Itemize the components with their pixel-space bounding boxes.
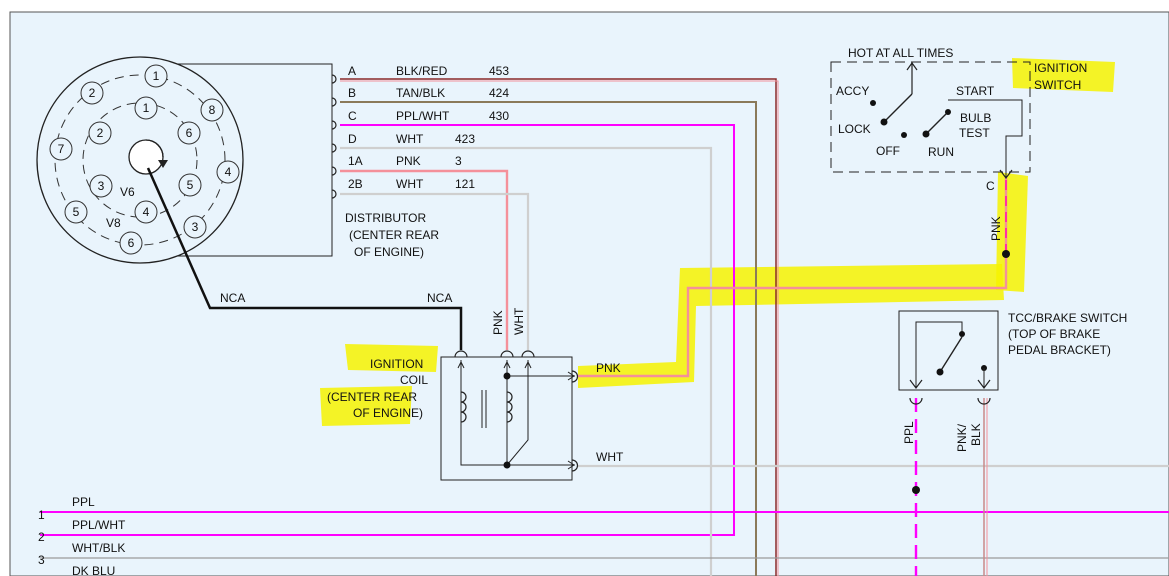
svg-text:6: 6 <box>128 236 135 250</box>
wire-color-c: PPL/WHT <box>396 109 450 123</box>
wire-color-a: BLK/RED <box>396 64 448 78</box>
wire-color-2b: WHT <box>396 177 424 191</box>
svg-text:7: 7 <box>58 142 65 156</box>
wire-color-d: WHT <box>396 132 424 146</box>
svg-text:3: 3 <box>98 179 105 193</box>
svg-text:5: 5 <box>187 178 194 192</box>
hot-at-all-times-label: HOT AT ALL TIMES <box>848 46 953 60</box>
circuit-c: 430 <box>489 109 509 123</box>
tcc-title-line2: (TOP OF BRAKE <box>1008 327 1100 341</box>
pin-c: C <box>348 109 357 123</box>
coil-title-line3: (CENTER REAR <box>327 390 417 404</box>
bus-row-3-label: WHT/BLK <box>72 541 125 555</box>
pin-2b: 2B <box>348 177 363 191</box>
ignition-switch-title-line2: SWITCH <box>1034 78 1081 92</box>
pin-d: D <box>348 132 357 146</box>
svg-text:1: 1 <box>153 69 160 83</box>
pin-b: B <box>348 86 356 100</box>
pin-1a: 1A <box>348 154 363 168</box>
circuit-1a: 3 <box>455 154 462 168</box>
switch-terminal-c: C <box>986 179 995 193</box>
wiring-diagram: 1 8 4 3 6 5 7 2 1 6 5 4 3 2 V6 V8 DISTRI… <box>0 0 1169 576</box>
bus-row-1-num: 1 <box>38 508 45 522</box>
splice-dot-ppl <box>912 486 920 494</box>
switch-pos-bulb: BULB <box>960 111 991 125</box>
v6-label: V6 <box>120 185 135 199</box>
bus-row-2-num: 2 <box>38 530 45 544</box>
bus-row-4-label: DK BLU <box>72 564 115 576</box>
circuit-b: 424 <box>489 86 509 100</box>
coil-title-line4: OF ENGINE) <box>353 406 423 420</box>
bus-row-3-num: 3 <box>38 553 45 567</box>
bus-row-1-label: PPL <box>72 495 95 509</box>
ignition-coil <box>440 350 579 481</box>
distributor-title-line1: DISTRIBUTOR <box>345 211 426 225</box>
pnk-blk-label-line2: BLK <box>969 423 983 446</box>
coil-wht-out-label: WHT <box>596 450 624 464</box>
switch-pos-run: RUN <box>928 145 954 159</box>
tcc-title-line1: TCC/BRAKE SWITCH <box>1008 311 1127 325</box>
pnk-vertical-label: PNK <box>491 310 505 335</box>
bus-row-2-label: PPL/WHT <box>72 518 126 532</box>
v8-label: V8 <box>106 216 121 230</box>
switch-pos-start: START <box>956 84 995 98</box>
svg-text:5: 5 <box>73 205 80 219</box>
wht-vertical-label: WHT <box>512 307 526 335</box>
coil-title-line1: IGNITION <box>370 357 423 371</box>
switch-pnk-label: PNK <box>989 216 1003 241</box>
switch-pos-accy: ACCY <box>836 84 869 98</box>
svg-text:2: 2 <box>97 126 104 140</box>
coil-pnk-out-label: PNK <box>596 361 621 375</box>
ppl-vertical-label: PPL <box>902 421 916 444</box>
tcc-title-line3: PEDAL BRACKET) <box>1008 343 1111 357</box>
switch-pos-off: OFF <box>876 144 900 158</box>
svg-text:4: 4 <box>143 205 150 219</box>
nca-label-left: NCA <box>220 291 245 305</box>
svg-text:4: 4 <box>225 165 232 179</box>
circuit-d: 423 <box>455 132 475 146</box>
splice-dot-switch <box>1002 250 1010 258</box>
pnk-blk-label-line1: PNK/ <box>955 423 969 452</box>
circuit-a: 453 <box>489 64 509 78</box>
svg-text:2: 2 <box>89 86 96 100</box>
svg-text:6: 6 <box>186 126 193 140</box>
nca-label-right: NCA <box>427 291 452 305</box>
ignition-switch-title-line1: IGNITION <box>1034 61 1087 75</box>
switch-pos-test: TEST <box>959 126 990 140</box>
tcc-brake-switch <box>898 310 999 405</box>
coil-title-line2: COIL <box>400 373 428 387</box>
distributor-title-line2: (CENTER REAR <box>349 228 439 242</box>
svg-text:3: 3 <box>192 220 199 234</box>
pin-a: A <box>348 64 356 78</box>
distributor-title-line3: OF ENGINE) <box>354 245 424 259</box>
svg-text:1: 1 <box>143 101 150 115</box>
svg-text:8: 8 <box>209 103 216 117</box>
circuit-2b: 121 <box>455 177 475 191</box>
wire-color-1a: PNK <box>396 154 421 168</box>
switch-pos-lock: LOCK <box>838 122 871 136</box>
wire-color-b: TAN/BLK <box>396 86 445 100</box>
